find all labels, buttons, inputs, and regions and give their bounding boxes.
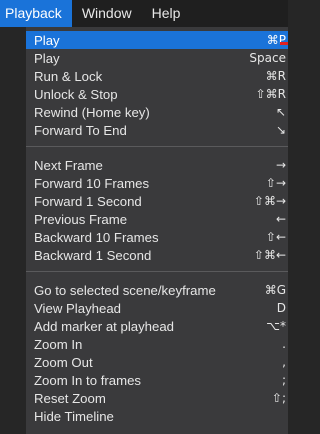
menu-item-shortcut: . [282,337,286,351]
menu-item-label: Play [34,50,60,66]
menu-item-add-marker[interactable]: Add marker at playhead ⌥* [26,317,288,335]
menu-item-label: Reset Zoom [34,390,106,406]
menu-item-shortcut: ↘ [275,123,286,137]
menubar-help[interactable]: Help [142,0,191,27]
menu-item-shortcut: D [276,301,286,315]
menu-item-label: Zoom In to frames [34,372,142,388]
menu-item-go-to-selected[interactable]: Go to selected scene/keyframe ⌘G [26,281,288,299]
menu-item-shortcut: Space [249,51,286,65]
menu-item-shortcut: ⌘G [264,283,286,297]
menu-item-shortcut: ⇧⌘← [253,248,286,262]
menu-item-run-lock[interactable]: Run & Lock ⌘R [26,67,288,85]
menu-item-shortcut: ⇧→ [265,176,286,190]
menu-item-backward-1-second[interactable]: Backward 1 Second ⇧⌘← [26,246,288,264]
menu-item-label: Zoom Out [34,354,93,370]
menu-item-label: Rewind (Home key) [34,104,150,120]
menu-item-play-space[interactable]: Play Space [26,49,288,67]
menu-item-label: Next Frame [34,157,103,173]
menu-item-label: Forward 1 Second [34,193,142,209]
menu-item-backward-10-frames[interactable]: Backward 10 Frames ⇧← [26,228,288,246]
menu-item-label: Forward To End [34,122,127,138]
menu-item-label: Play [34,32,60,48]
menu-item-previous-frame[interactable]: Previous Frame ← [26,210,288,228]
menubar-window[interactable]: Window [72,0,142,27]
menu-item-shortcut: ⇧⌘R [255,87,286,101]
playback-menu: Play ⌘P Play Space Run & Lock ⌘R Unlock … [26,27,288,434]
menu-item-label: Previous Frame [34,211,128,227]
menu-item-label: Run & Lock [34,68,103,84]
menu-item-label: Backward 10 Frames [34,229,159,245]
menu-item-shortcut: , [282,355,286,369]
menu-item-zoom-in-to-frames[interactable]: Zoom In to frames ; [26,371,288,389]
menu-item-shortcut: ⇧← [265,230,286,244]
red-indicator [280,42,288,45]
menu-item-label: Zoom In [34,336,83,352]
menu-separator [26,271,288,272]
menu-item-zoom-in[interactable]: Zoom In . [26,335,288,353]
menu-item-rewind[interactable]: Rewind (Home key) ↖ [26,103,288,121]
menu-item-forward-10-frames[interactable]: Forward 10 Frames ⇧→ [26,174,288,192]
menu-item-label: Forward 10 Frames [34,175,150,191]
menu-item-label: Unlock & Stop [34,86,118,102]
menu-item-label: Backward 1 Second [34,247,152,263]
menu-item-next-frame[interactable]: Next Frame → [26,156,288,174]
menu-item-shortcut: ⌘R [265,69,286,83]
menu-item-shortcut: ↖ [275,105,286,119]
menu-item-forward-to-end[interactable]: Forward To End ↘ [26,121,288,139]
menu-item-shortcut: ⇧; [271,391,286,405]
menu-item-label: Hide Timeline [34,408,114,424]
menu-item-shortcut: → [275,158,286,172]
menu-item-shortcut: ⇧⌘→ [253,194,286,208]
menu-separator [26,146,288,147]
menu-item-label: Go to selected scene/keyframe [34,282,216,298]
menu-item-forward-1-second[interactable]: Forward 1 Second ⇧⌘→ [26,192,288,210]
menubar-playback[interactable]: Playback [0,0,72,27]
menu-item-play-cmd[interactable]: Play ⌘P [26,31,288,49]
menu-item-label: View Playhead [34,300,121,316]
menu-item-unlock-stop[interactable]: Unlock & Stop ⇧⌘R [26,85,288,103]
menu-item-label: Add marker at playhead [34,318,175,334]
menu-bar: Playback Window Help [0,0,288,27]
menu-item-hide-timeline[interactable]: Hide Timeline [26,407,288,425]
menu-item-reset-zoom[interactable]: Reset Zoom ⇧; [26,389,288,407]
menu-item-zoom-out[interactable]: Zoom Out , [26,353,288,371]
menu-item-shortcut: ⌥* [266,319,286,333]
menu-item-shortcut: ; [281,373,286,387]
menu-item-shortcut: ← [275,212,286,226]
menu-item-view-playhead[interactable]: View Playhead D [26,299,288,317]
